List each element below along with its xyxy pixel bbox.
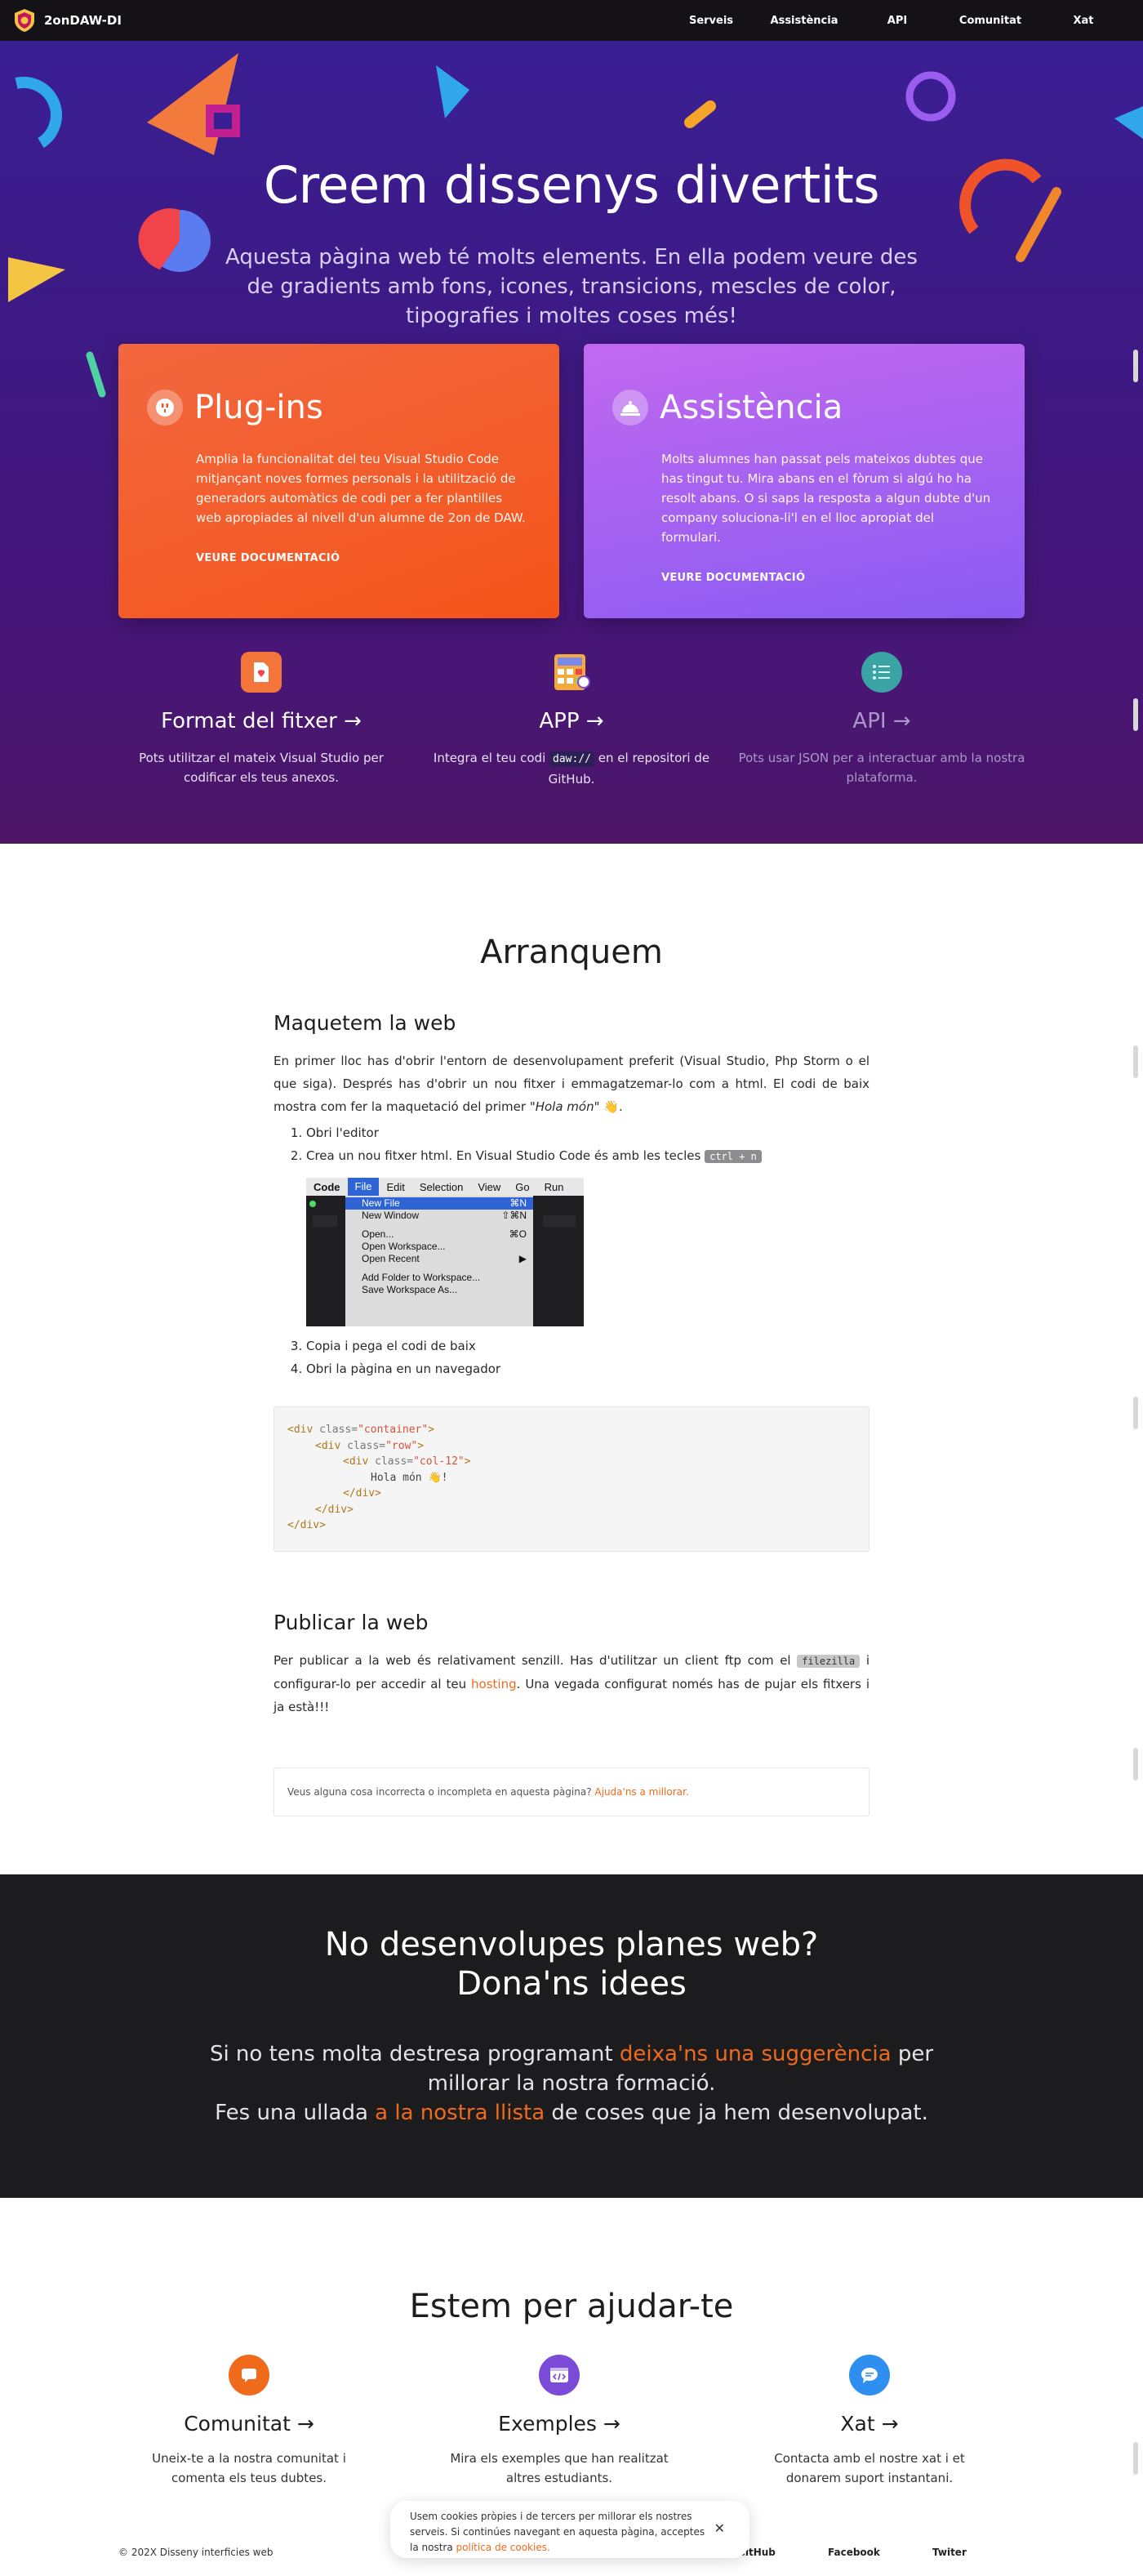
brand[interactable]: 2onDAW-DI (13, 8, 122, 33)
scroll-marker (1133, 698, 1138, 731)
code-line: </div> (287, 1519, 326, 1531)
kbd-filezilla: filezilla (797, 1655, 861, 1668)
code-line: </div> (343, 1487, 381, 1500)
code-line: <div class="col-12"> (343, 1455, 471, 1468)
code-line: </div> (315, 1503, 354, 1516)
feature-title: API → (852, 709, 911, 733)
feature-title: APP → (539, 709, 604, 733)
scroll-marker (1133, 1748, 1138, 1780)
editor-menu-screenshot: Code File Edit Selection View Go Run New… (306, 1178, 584, 1326)
card-text: Molts alumnes han passat pels mateixos d… (661, 452, 991, 545)
code-window-icon (539, 2355, 580, 2396)
code-block: <div class="container"> <div class="row">… (274, 1406, 869, 1552)
footer-link-twitter[interactable]: Twiter (932, 2547, 967, 2558)
top-navbar: 2onDAW-DI Serveis Assistència API Comuni… (0, 0, 1143, 41)
section-title: Arranquem (480, 934, 663, 971)
help-examples[interactable]: Exemples → Mira els exemples que han rea… (437, 2355, 682, 2488)
help-col-title: Comunitat → (184, 2412, 314, 2436)
close-icon[interactable]: ✕ (714, 2520, 725, 2536)
list-item: Obri la pàgina en un navegador (306, 1357, 869, 1380)
feature-file-format[interactable]: Format del fitxer → Pots utilitzar el ma… (114, 652, 408, 787)
feature-app[interactable]: APP → Integra el teu codi daw:// en el r… (425, 652, 718, 789)
plug-icon (147, 390, 183, 426)
section-heading: Maquetem la web (274, 1011, 456, 1035)
shield-logo-icon (15, 9, 34, 32)
section-heading: Publicar la web (274, 1611, 429, 1634)
paragraph: En primer lloc has d'obrir l'entorn de d… (274, 1054, 869, 1114)
hero-title: Creem dissenys divertits (263, 155, 880, 215)
scroll-marker (1133, 2442, 1138, 2475)
paragraph: Per publicar a la web és relativament se… (274, 1653, 869, 1714)
help-community[interactable]: Comunitat → Uneix-te a la nostra comunit… (127, 2355, 371, 2488)
nav-link-api[interactable]: API (851, 15, 944, 27)
help-col-title: Xat → (840, 2412, 899, 2436)
docs-link[interactable]: VEURE DOCUMENTACIÓ (196, 552, 559, 564)
feedback-note: Veus alguna cosa incorrecta o incompleta… (274, 1767, 869, 1816)
file-menu: New File ⌘N New Window ⇧⌘N Open... ⌘O Open … (345, 1196, 533, 1326)
feature-title: Format del fitxer → (161, 709, 362, 733)
calculator-icon (551, 652, 592, 693)
list-item: Obri l'editor (306, 1121, 869, 1144)
card-text: Amplia la funcionalitat del teu Visual S… (196, 452, 526, 525)
help-col-text: Mira els exemples que han realitzat altr… (450, 2451, 669, 2485)
code-line: <div class="container"> (287, 1424, 435, 1436)
steps-list-continued: Copia i pega el codi de baix Obri la pàg… (306, 1335, 869, 1380)
code-chip: daw:// (549, 751, 594, 767)
copyright: © 202X Disseny interficies web (118, 2547, 274, 2558)
feature-api[interactable]: API → Pots usar JSON per a interactuar a… (735, 652, 1029, 787)
plugins-card: Plug-ins Amplia la funcionalitat del teu… (118, 344, 559, 618)
kbd-shortcut: ctrl + n (705, 1150, 762, 1163)
docs-link[interactable]: VEURE DOCUMENTACIÓ (661, 572, 1025, 584)
cookie-policy-link[interactable]: política de cookies. (456, 2542, 550, 2553)
suggestion-link[interactable]: deixa'ns una suggerència (620, 2042, 892, 2066)
scroll-marker (1133, 1397, 1138, 1429)
feature-text: Pots usar JSON per a interactuar amb la … (738, 751, 1025, 785)
feature-text: Pots utilitzar el mateix Visual Studio p… (139, 751, 384, 785)
help-col-text: Uneix-te a la nostra comunitat i comenta… (152, 2451, 346, 2485)
code-line: <div class="row"> (315, 1439, 425, 1452)
list-icon (861, 652, 902, 693)
card-title: Assistència (660, 389, 843, 426)
help-title: Estem per ajudar-te (409, 2288, 734, 2325)
card-title: Plug-ins (194, 389, 323, 426)
feature-text-part: Integra el teu codi (433, 751, 546, 765)
assistance-card: Assistència Molts alumnes han passat pel… (584, 344, 1025, 618)
feature-text: Integra el teu codi daw:// en el reposit… (425, 748, 718, 789)
nav-link-comunitat[interactable]: Comunitat (944, 15, 1037, 27)
message-icon (849, 2355, 890, 2396)
nav-link-serveis[interactable]: Serveis (665, 15, 758, 27)
nav-link-xat[interactable]: Xat (1037, 15, 1130, 27)
list-link[interactable]: a la nostra llista (375, 2101, 545, 2125)
cookie-text: Usem cookies pròpies i de tercers per mi… (410, 2511, 705, 2553)
brand-name: 2onDAW-DI (44, 13, 122, 28)
steps-list: Obri l'editor Crea un nou fitxer html. E… (306, 1121, 869, 1168)
improve-link[interactable]: Ajuda'ns a millorar. (594, 1786, 688, 1798)
service-bell-icon (612, 390, 648, 426)
scroll-marker (1133, 1045, 1138, 1078)
chat-bubble-icon (229, 2355, 269, 2396)
menu-bar: Code File Edit Selection View Go Run (306, 1178, 584, 1196)
cta-title: No desenvolupes planes web? Dona'ns idee… (324, 1926, 819, 2003)
nav-link-assistencia[interactable]: Assistència (758, 15, 851, 27)
list-item: Copia i pega el codi de baix (306, 1335, 869, 1357)
help-chat[interactable]: Xat → Contacta amb el nostre xat i et do… (747, 2355, 992, 2488)
help-col-title: Exemples → (498, 2412, 620, 2436)
nav-links: Serveis Assistència API Comunitat Xat (665, 15, 1130, 27)
document-icon (241, 652, 282, 693)
ideas-section: No desenvolupes planes web? Dona'ns idee… (0, 1874, 1143, 2198)
cta-text: Si no tens molta destresa programant dei… (209, 2042, 934, 2125)
hero-section: Creem dissenys divertits Aquesta pàgina … (0, 41, 1143, 844)
docs-section: Arranquem Maquetem la web En primer lloc… (0, 844, 1143, 1874)
hero-subtitle: Aquesta pàgina web té molts elements. En… (225, 245, 918, 328)
footer-link-facebook[interactable]: Facebook (828, 2547, 880, 2558)
cookie-banner: Usem cookies pròpies i de tercers per mi… (390, 2501, 749, 2558)
code-line: Hola món 👋! (371, 1471, 448, 1484)
scroll-marker (1133, 350, 1138, 382)
list-item: Crea un nou fitxer html. En Visual Studi… (306, 1144, 869, 1168)
help-col-text: Contacta amb el nostre xat i et donarem … (774, 2451, 965, 2485)
hosting-link[interactable]: hosting (471, 1677, 517, 1691)
